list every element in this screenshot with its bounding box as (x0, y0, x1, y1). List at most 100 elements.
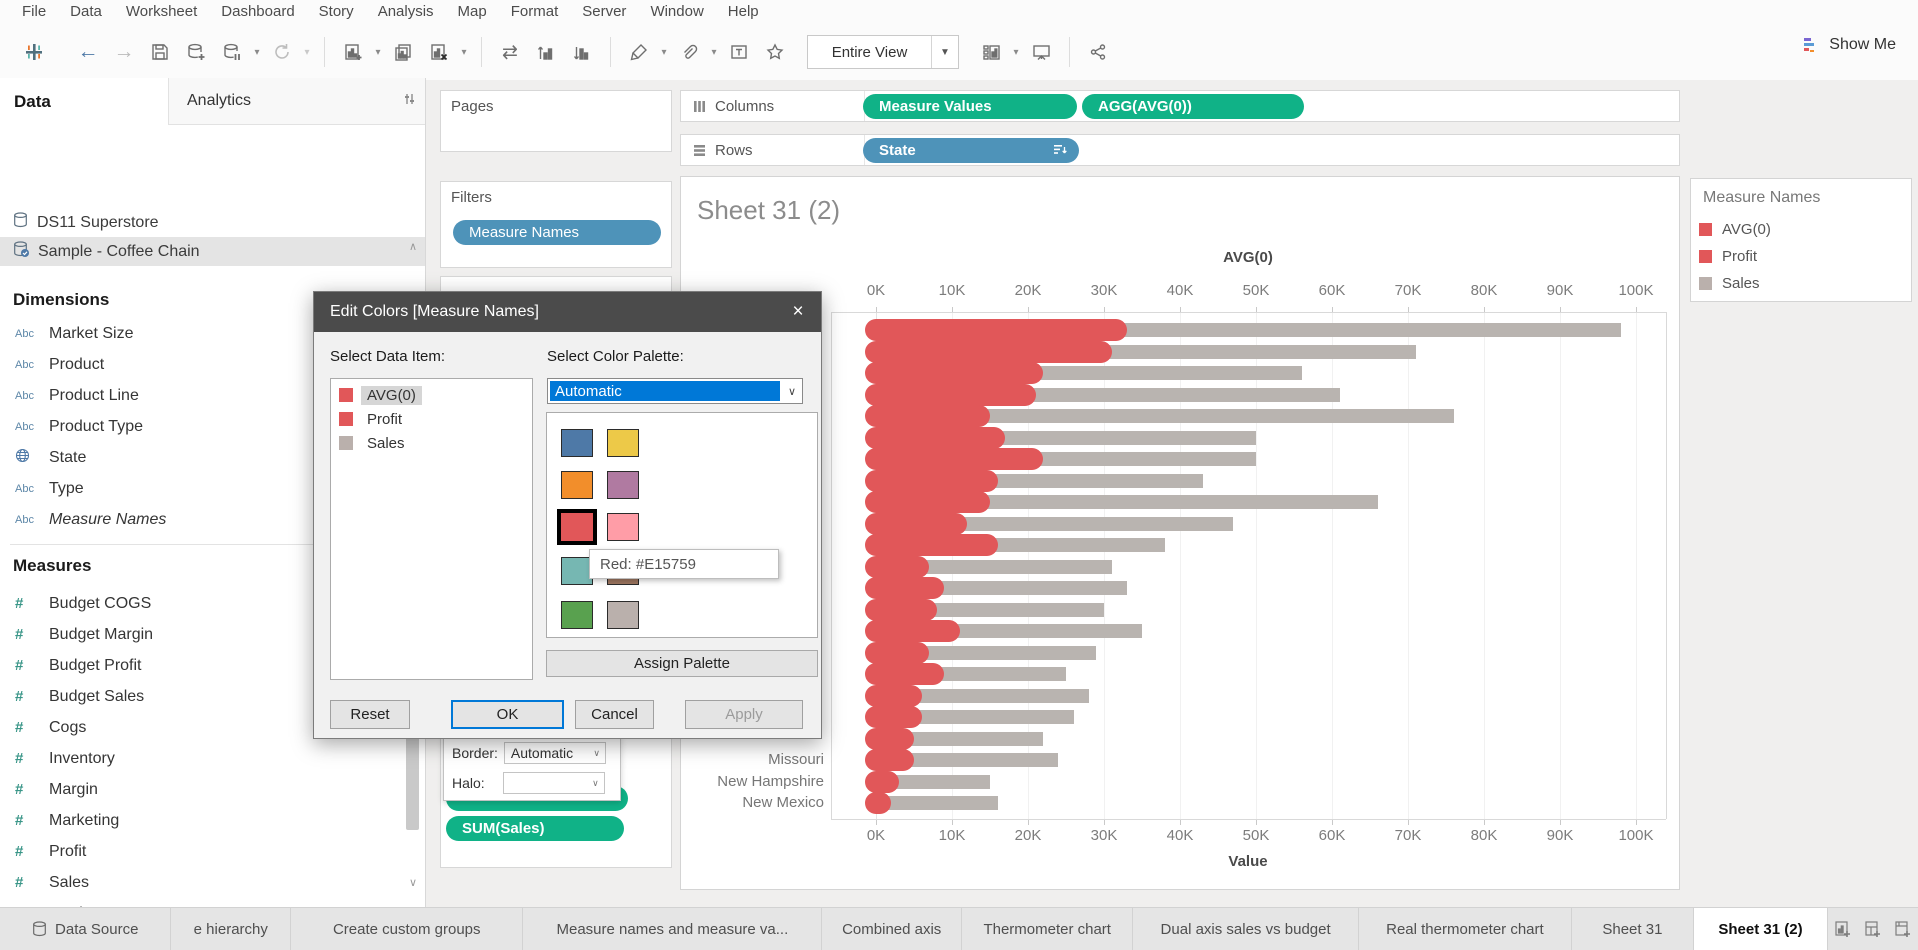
sheet-tab-dual-axis-sales-vs-budget[interactable]: Dual axis sales vs budget (1133, 908, 1359, 950)
presentation-mode-icon[interactable] (1023, 36, 1059, 68)
share-icon[interactable] (1080, 36, 1116, 68)
profit-bar[interactable] (865, 555, 930, 578)
pause-updates-icon[interactable] (214, 36, 250, 68)
field-item[interactable]: # Margin (0, 774, 400, 805)
profit-bar[interactable] (865, 749, 914, 771)
palette-swatch[interactable] (607, 601, 639, 629)
profit-bar[interactable] (865, 469, 998, 492)
profit-bar[interactable] (865, 534, 998, 556)
menu-format[interactable]: Format (499, 0, 571, 24)
profit-bar[interactable] (865, 770, 899, 793)
fit-selector-caret-icon[interactable]: ▼ (931, 36, 958, 68)
palette-dropdown[interactable]: Automatic ∨ (547, 378, 803, 404)
new-story-tab-button[interactable] (1888, 908, 1918, 950)
tab-analytics[interactable]: Analytics (168, 78, 425, 125)
fix-axes-icon[interactable] (757, 36, 793, 68)
clear-sheet-icon[interactable] (421, 36, 457, 68)
sheet-tab-combined-axis[interactable]: Combined axis (822, 908, 962, 950)
profit-bar[interactable] (865, 792, 892, 814)
bottom-axis-label[interactable]: Value (1148, 853, 1348, 870)
menu-file[interactable]: File (10, 0, 58, 24)
profit-bar[interactable] (865, 340, 1112, 363)
tableau-logo-icon[interactable] (16, 36, 52, 68)
data-item-row[interactable]: Profit (331, 407, 532, 431)
profit-bar[interactable] (865, 620, 960, 642)
field-item[interactable]: # Profit (0, 836, 400, 867)
pane-options-icon[interactable] (404, 92, 415, 110)
scroll-up-icon[interactable]: ∧ (402, 240, 424, 256)
clear-sheet-caret-icon[interactable]: ▾ (457, 47, 471, 58)
menu-data[interactable]: Data (58, 0, 114, 24)
profit-bar[interactable] (865, 577, 945, 599)
sort-descending-icon[interactable] (564, 36, 600, 68)
fit-selector[interactable]: Entire View ▼ (807, 35, 959, 69)
reset-button[interactable]: Reset (330, 700, 410, 729)
sheet-tab-measure-names-and-measure-va-[interactable]: Measure names and measure va... (523, 908, 823, 950)
show-me-button[interactable]: Show Me (1803, 36, 1896, 54)
new-datasource-icon[interactable] (178, 36, 214, 68)
data-item-row[interactable]: Sales (331, 431, 532, 455)
menu-analysis[interactable]: Analysis (366, 0, 446, 24)
new-dashboard-tab-button[interactable] (1858, 908, 1888, 950)
field-item[interactable]: # Marketing (0, 805, 400, 836)
sheet-tab-sheet-31[interactable]: Sheet 31 (1572, 908, 1694, 950)
measure-values-pill[interactable]: SUM(Sales) (446, 816, 624, 841)
refresh-caret-icon[interactable]: ▾ (300, 47, 314, 58)
profit-bar[interactable] (865, 405, 990, 427)
palette-swatch[interactable] (607, 513, 639, 541)
save-icon[interactable] (142, 36, 178, 68)
sheet-tab-e-hierarchy[interactable]: e hierarchy (171, 908, 292, 950)
menu-story[interactable]: Story (307, 0, 366, 24)
profit-bar[interactable] (865, 362, 1044, 384)
filter-pill[interactable]: Measure Names (453, 220, 661, 245)
redo-button[interactable]: → (106, 36, 142, 68)
profit-bar[interactable] (865, 448, 1044, 470)
menu-dashboard[interactable]: Dashboard (209, 0, 306, 24)
profit-bar[interactable] (865, 383, 1036, 406)
highlight-icon[interactable] (621, 36, 657, 68)
palette-swatch[interactable] (607, 471, 639, 499)
swap-rows-columns-icon[interactable]: ⇄ (492, 36, 528, 68)
refresh-icon[interactable] (264, 36, 300, 68)
profit-bar[interactable] (865, 426, 1006, 449)
duplicate-sheet-icon[interactable] (385, 36, 421, 68)
attach-caret-icon[interactable]: ▾ (707, 47, 721, 58)
highlight-caret-icon[interactable]: ▾ (657, 47, 671, 58)
palette-swatch[interactable] (561, 601, 593, 629)
data-item-row[interactable]: AVG(0) (331, 383, 532, 407)
legend-item[interactable]: Sales (1699, 275, 1760, 292)
new-worksheet-tab-button[interactable] (1828, 908, 1858, 950)
profit-bar[interactable] (865, 598, 937, 621)
legend-item[interactable]: Profit (1699, 248, 1757, 265)
menu-server[interactable]: Server (570, 0, 638, 24)
field-item[interactable]: # Sales (0, 867, 400, 898)
chevron-down-icon[interactable]: ∨ (782, 385, 802, 398)
menu-window[interactable]: Window (638, 0, 715, 24)
palette-swatch[interactable] (557, 509, 597, 545)
top-axis-label[interactable]: AVG(0) (1148, 249, 1348, 266)
state-row-label[interactable]: Missouri (689, 751, 824, 768)
halo-dropdown[interactable]: ∨ (502, 772, 605, 794)
rows-pill[interactable]: State (863, 138, 1079, 163)
assign-palette-button[interactable]: Assign Palette (546, 650, 818, 677)
state-row-label[interactable]: New Hampshire (689, 773, 824, 790)
profit-bar[interactable] (865, 319, 1127, 341)
sheet-tab-real-thermometer-chart[interactable]: Real thermometer chart (1359, 908, 1573, 950)
profit-bar[interactable] (865, 727, 914, 750)
profit-bar[interactable] (865, 684, 922, 707)
columns-pill[interactable]: AGG(AVG(0)) (1082, 94, 1304, 119)
palette-swatch[interactable] (561, 429, 593, 457)
close-icon[interactable]: × (775, 292, 821, 332)
palette-swatch[interactable] (607, 429, 639, 457)
columns-pill[interactable]: Measure Values (863, 94, 1077, 119)
tab-data-source[interactable]: Data Source (0, 908, 172, 950)
profit-bar[interactable] (865, 491, 990, 513)
state-row-label[interactable]: New Mexico (689, 794, 824, 811)
sheet-tab-create-custom-groups[interactable]: Create custom groups (291, 908, 524, 950)
menu-worksheet[interactable]: Worksheet (114, 0, 209, 24)
scroll-down-icon[interactable]: ∨ (402, 876, 424, 892)
new-worksheet-caret-icon[interactable]: ▾ (371, 47, 385, 58)
data-item-list[interactable]: AVG(0) Profit Sales (330, 378, 533, 680)
sort-ascending-icon[interactable] (528, 36, 564, 68)
undo-button[interactable]: ← (70, 36, 106, 68)
